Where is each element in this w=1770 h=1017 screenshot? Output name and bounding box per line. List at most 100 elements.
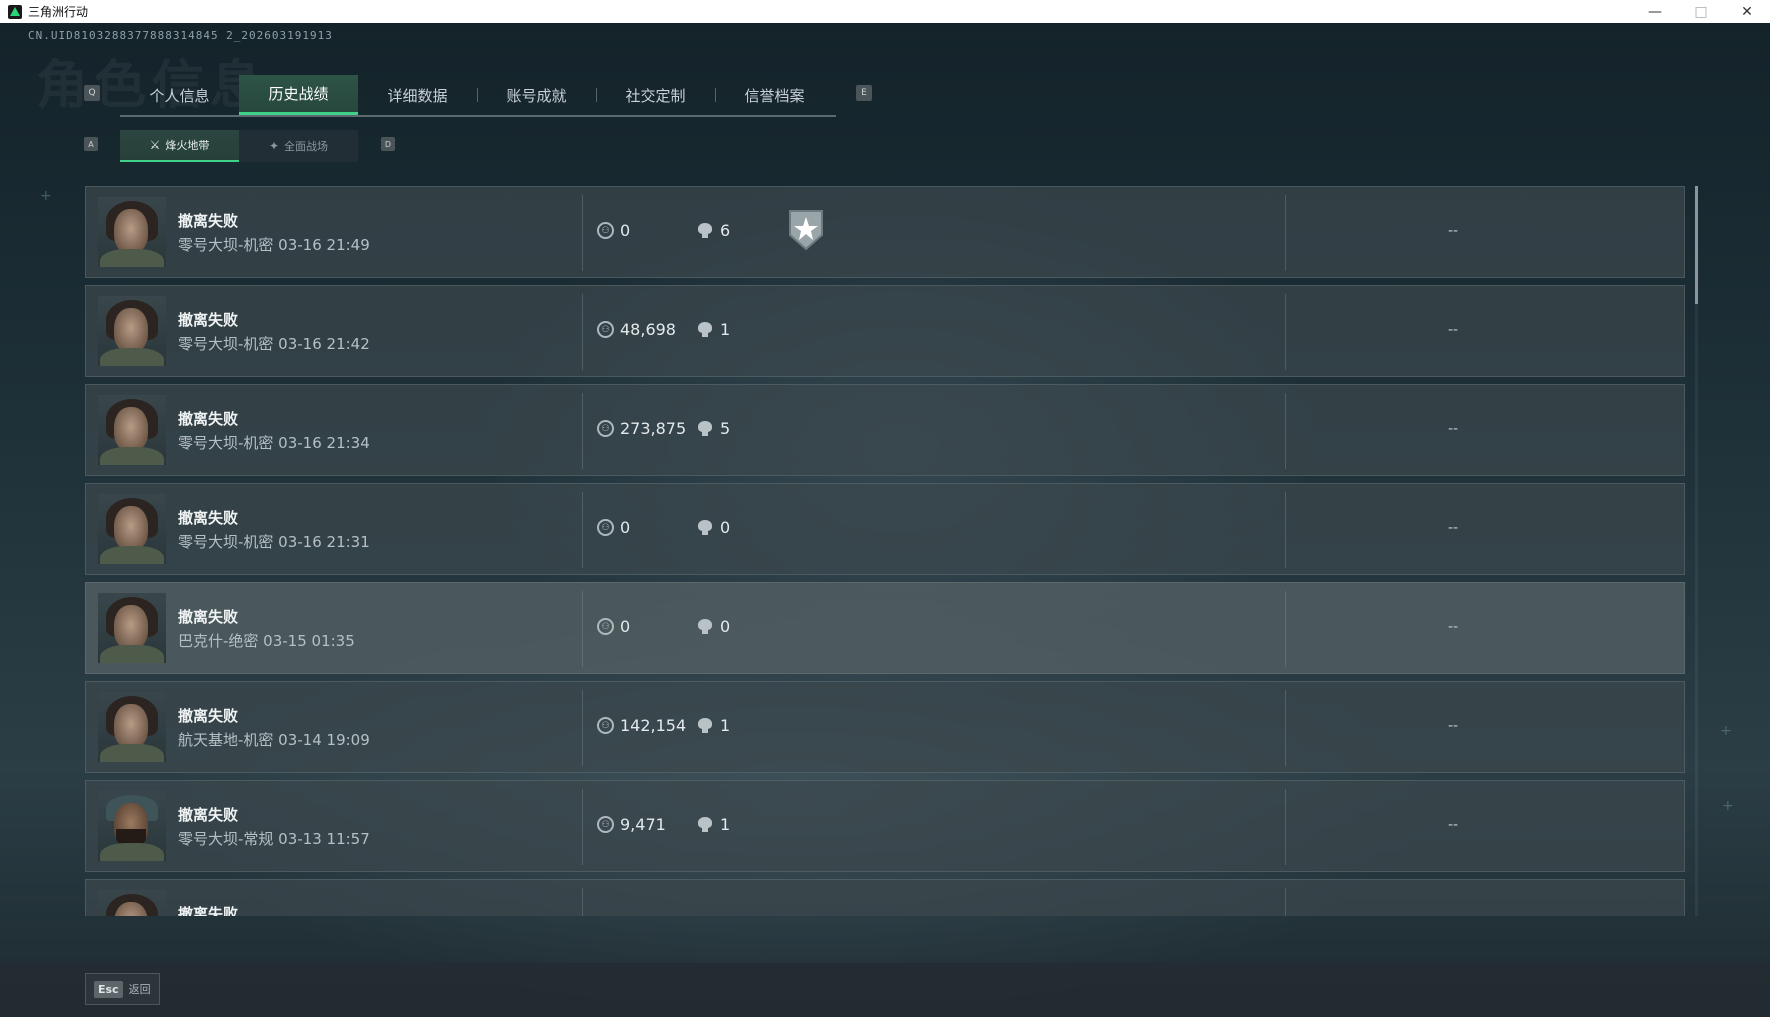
tab-social-customization[interactable]: 社交定制 — [596, 75, 715, 115]
crosshair-decoration-icon: + — [1720, 723, 1732, 739]
kill-count: 5 — [698, 419, 730, 438]
coin-icon: ⚇ — [597, 222, 614, 239]
close-button[interactable]: ✕ — [1724, 0, 1770, 23]
coin-icon: ⚇ — [597, 618, 614, 635]
match-record-row[interactable]: 撤离失败 零号大坝-机密 03-16 21:49 ⚇ 0 6 -- — [85, 186, 1685, 278]
match-result: -- — [1448, 718, 1459, 734]
skull-icon — [698, 222, 712, 239]
mode-subtabs: ⚔ 烽火地带 ✦ 全面战场 — [120, 130, 358, 162]
shield-badge-icon — [789, 210, 823, 251]
operator-avatar — [98, 197, 166, 267]
match-record-row[interactable]: 撤离失败 零号大坝-常规 03-13 11:57 ⚇ 9,471 1 -- — [85, 780, 1685, 872]
loot-value: ⚇ 0 — [597, 518, 630, 537]
skull-icon — [698, 717, 712, 734]
operator-avatar — [98, 890, 166, 916]
operator-avatar — [98, 395, 166, 465]
player-uid: CN.UID8103288377888314845 2_202603191913 — [28, 29, 333, 42]
back-label: 返回 — [128, 983, 151, 996]
main-tabs: 个人信息 历史战绩 详细数据 账号成就 社交定制 信誉档案 — [120, 75, 836, 117]
match-record-row[interactable]: 撤离失败 零号大坝-机密 03-16 21:31 ⚇ 0 0 -- — [85, 483, 1685, 575]
match-record-row[interactable]: 撤离失败 巴克什-绝密 03-15 01:35 ⚇ 0 0 -- — [85, 582, 1685, 674]
maximize-button[interactable]: □ — [1678, 0, 1724, 23]
map-and-time: 零号大坝-机密 03-16 21:49 — [178, 236, 370, 254]
match-record-row[interactable]: 撤离失败 航天基地-机密 03-14 19:09 ⚇ 142,154 1 -- — [85, 681, 1685, 773]
map-and-time: 零号大坝-机密 03-16 21:34 — [178, 434, 370, 452]
window-titlebar: 三角洲行动 — □ ✕ — [0, 0, 1770, 23]
tab-match-history[interactable]: 历史战绩 — [239, 75, 358, 115]
kill-count: 1 — [698, 320, 730, 339]
tab-personal-info[interactable]: 个人信息 — [120, 75, 239, 115]
kill-count: 6 — [698, 221, 730, 240]
flame-zone-icon: ⚔ — [149, 138, 161, 152]
skull-icon — [698, 816, 712, 833]
esc-key-hint: Esc — [94, 980, 123, 998]
tab-detailed-data[interactable]: 详细数据 — [358, 75, 477, 115]
extraction-status: 撤离失败 — [178, 905, 239, 916]
match-result: -- — [1448, 322, 1459, 338]
extraction-status: 撤离失败 — [178, 806, 239, 824]
match-record-row[interactable]: 撤离失败 零号大坝-机密 03-16 21:34 ⚇ 273,875 5 -- — [85, 384, 1685, 476]
subtab-label: 烽火地带 — [165, 139, 210, 152]
match-record-row[interactable]: 撤离失败 — [85, 879, 1685, 916]
extraction-status: 撤离失败 — [178, 410, 239, 428]
match-history-list: 撤离失败 零号大坝-机密 03-16 21:49 ⚇ 0 6 -- 撤离失败 零号… — [85, 186, 1685, 916]
map-and-time: 零号大坝-常规 03-13 11:57 — [178, 830, 370, 848]
kill-count: 0 — [698, 518, 730, 537]
prev-subtab-key-hint[interactable]: A — [84, 137, 98, 151]
crosshair-decoration-icon: + — [40, 188, 52, 204]
operator-avatar — [98, 296, 166, 366]
coin-icon: ⚇ — [597, 816, 614, 833]
tab-reputation[interactable]: 信誉档案 — [715, 75, 834, 115]
coin-icon: ⚇ — [597, 717, 614, 734]
skull-icon — [698, 618, 712, 635]
match-result: -- — [1448, 817, 1459, 833]
loot-value: ⚇ 48,698 — [597, 320, 676, 339]
map-and-time: 巴克什-绝密 03-15 01:35 — [178, 632, 355, 650]
subtab-battlefield[interactable]: ✦ 全面战场 — [239, 130, 358, 162]
skull-icon — [698, 519, 712, 536]
extraction-status: 撤离失败 — [178, 212, 239, 230]
kill-count: 1 — [698, 716, 730, 735]
bottom-bar: Esc 返回 — [0, 963, 1770, 1017]
coin-icon: ⚇ — [597, 321, 614, 338]
subtab-flame-zone[interactable]: ⚔ 烽火地带 — [120, 130, 239, 162]
window-title: 三角洲行动 — [28, 5, 89, 19]
extraction-status: 撤离失败 — [178, 608, 239, 626]
minimize-button[interactable]: — — [1632, 0, 1678, 23]
map-and-time: 航天基地-机密 03-14 19:09 — [178, 731, 370, 749]
next-subtab-key-hint[interactable]: D — [381, 137, 395, 151]
loot-value: ⚇ 9,471 — [597, 815, 666, 834]
match-result: -- — [1448, 421, 1459, 437]
kill-count: 1 — [698, 815, 730, 834]
coin-icon: ⚇ — [597, 519, 614, 536]
crosshair-decoration-icon: + — [1722, 798, 1734, 814]
prev-tab-key-hint[interactable]: Q — [84, 85, 100, 101]
loot-value: ⚇ 273,875 — [597, 419, 686, 438]
operator-avatar — [98, 791, 166, 861]
loot-value: ⚇ 0 — [597, 221, 630, 240]
match-result: -- — [1448, 223, 1459, 239]
match-record-row[interactable]: 撤离失败 零号大坝-机密 03-16 21:42 ⚇ 48,698 1 -- — [85, 285, 1685, 377]
skull-icon — [698, 420, 712, 437]
skull-icon — [698, 321, 712, 338]
battlefield-icon: ✦ — [268, 139, 280, 153]
app-logo-icon — [8, 4, 22, 19]
loot-value: ⚇ 0 — [597, 617, 630, 636]
tab-achievements[interactable]: 账号成就 — [477, 75, 596, 115]
list-scrollbar-thumb[interactable] — [1695, 186, 1698, 304]
extraction-status: 撤离失败 — [178, 509, 239, 527]
extraction-status: 撤离失败 — [178, 707, 239, 725]
coin-icon: ⚇ — [597, 420, 614, 437]
subtab-label: 全面战场 — [284, 140, 329, 153]
operator-avatar — [98, 692, 166, 762]
map-and-time: 零号大坝-机密 03-16 21:42 — [178, 335, 370, 353]
operator-avatar — [98, 494, 166, 564]
kill-count: 0 — [698, 617, 730, 636]
game-viewport: 角色信息 CN.UID8103288377888314845 2_2026031… — [0, 23, 1770, 1017]
back-button[interactable]: Esc 返回 — [85, 973, 160, 1005]
extraction-status: 撤离失败 — [178, 311, 239, 329]
next-tab-key-hint[interactable]: E — [856, 85, 872, 101]
operator-avatar — [98, 593, 166, 663]
map-and-time: 零号大坝-机密 03-16 21:31 — [178, 533, 370, 551]
match-result: -- — [1448, 520, 1459, 536]
